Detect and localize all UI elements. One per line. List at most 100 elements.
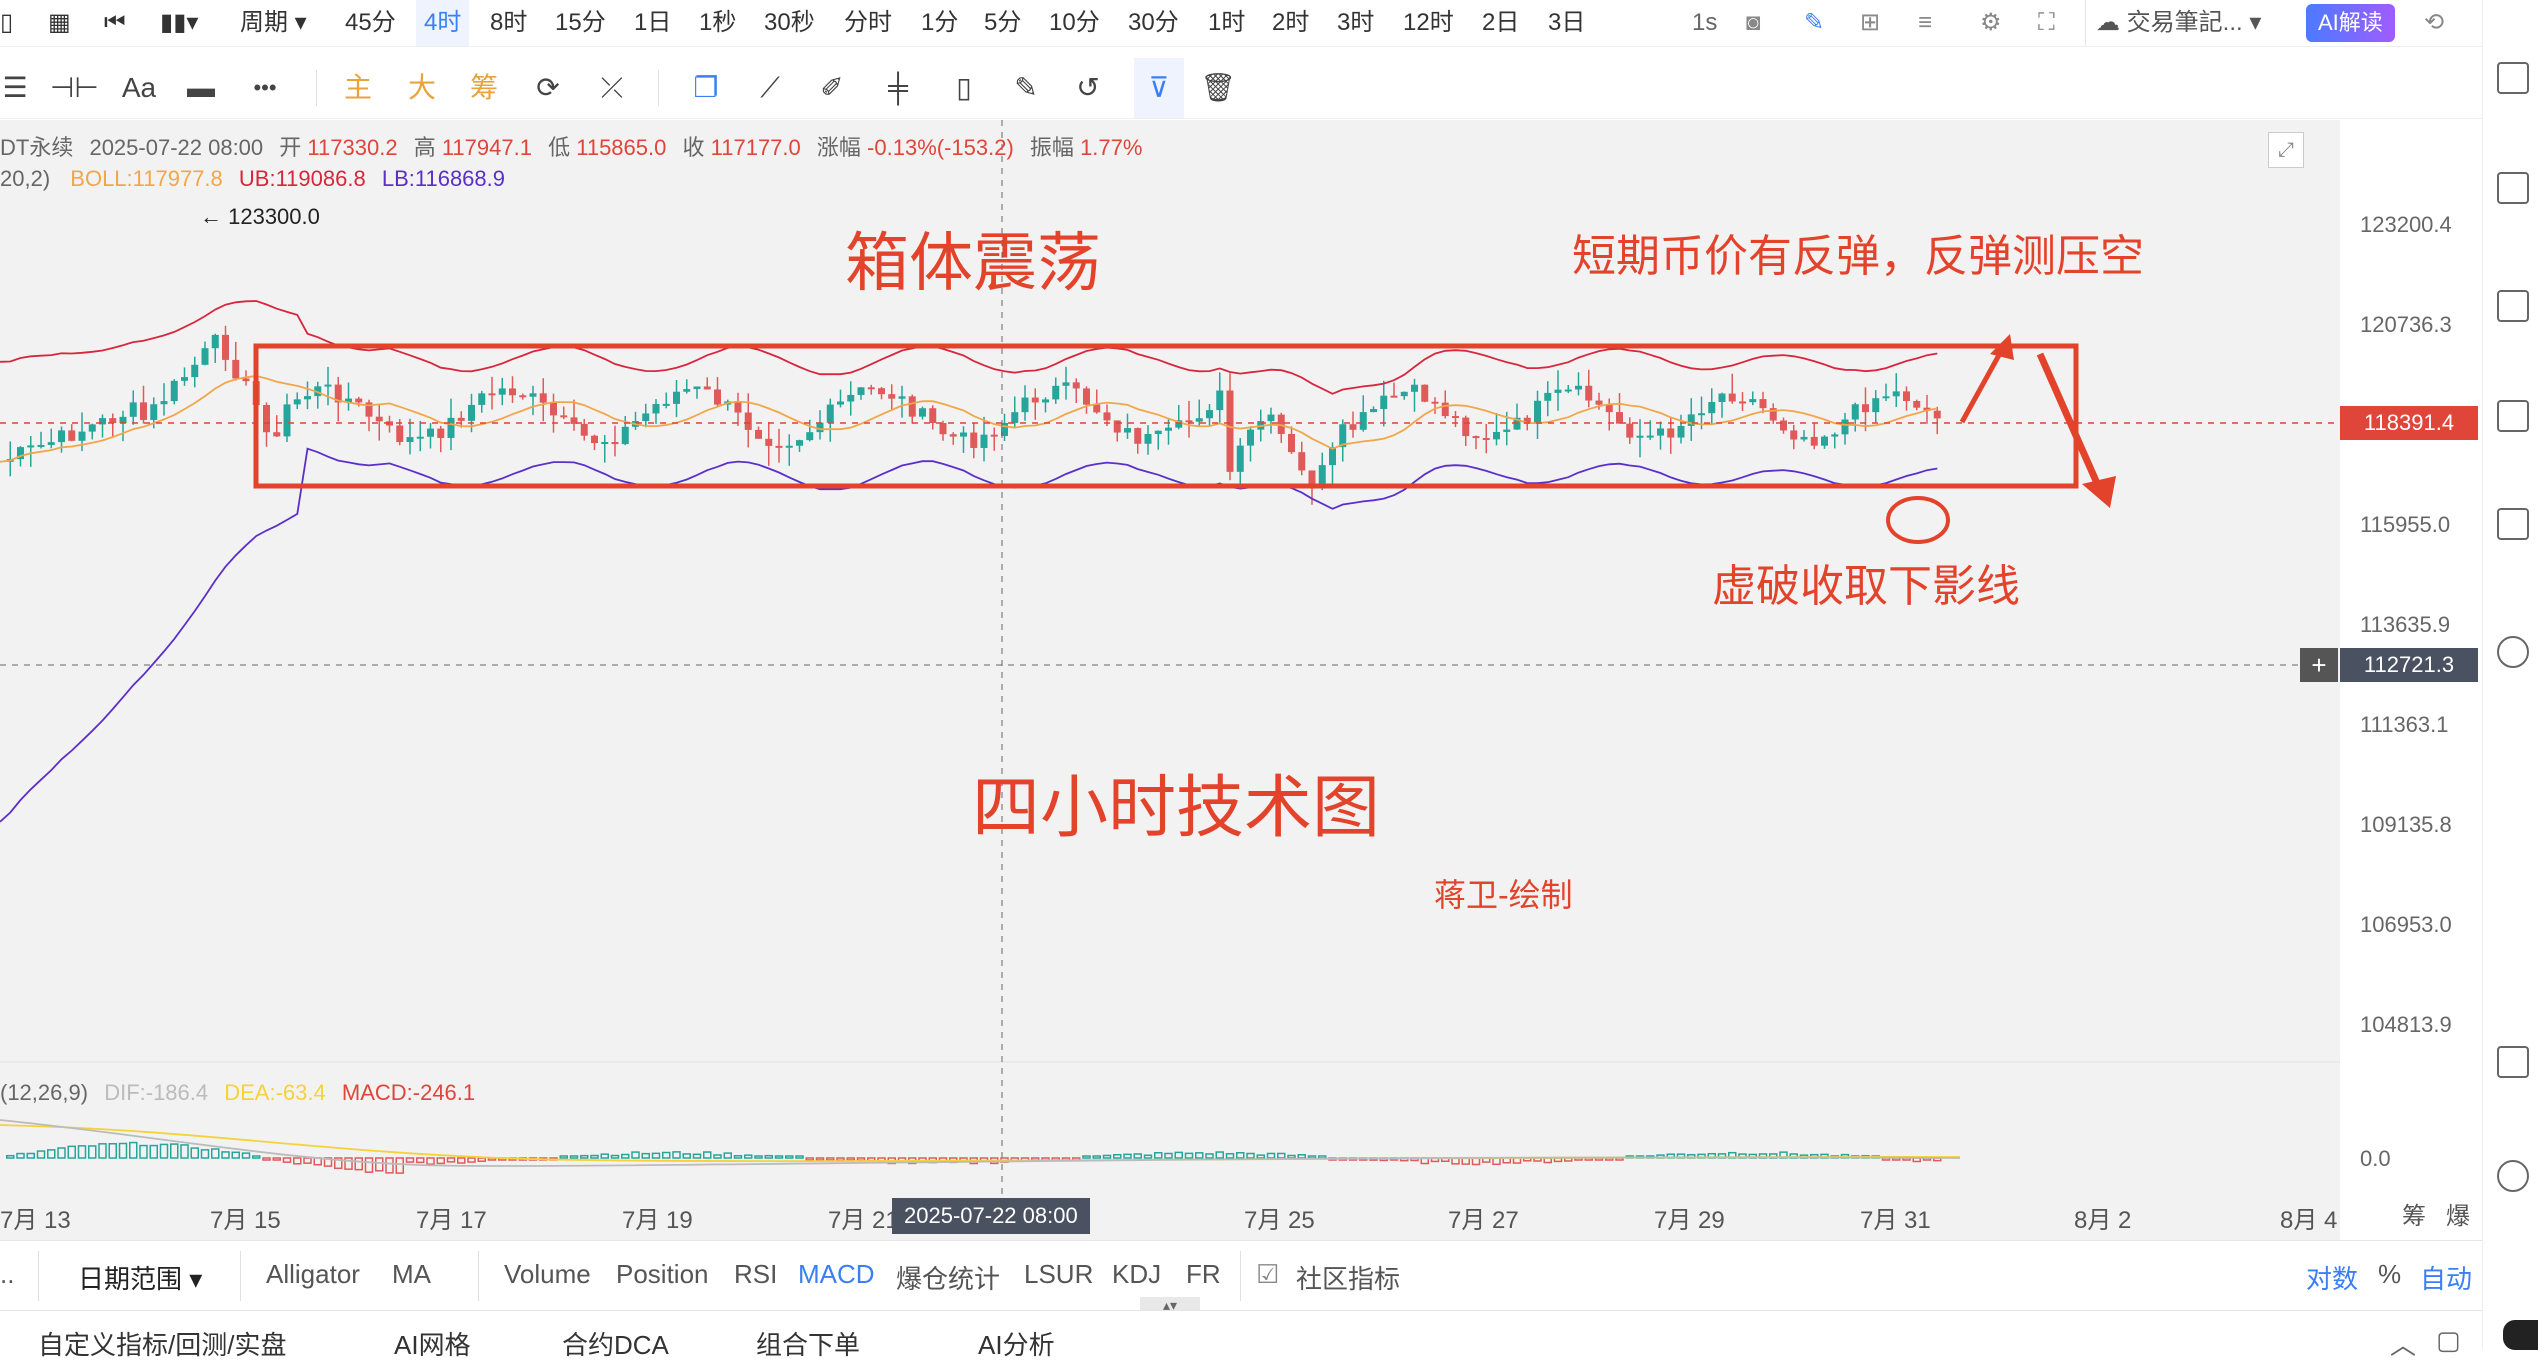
brush-icon[interactable]: ✐ bbox=[812, 58, 852, 118]
period-dropdown[interactable]: 周期 ▾ bbox=[240, 0, 307, 46]
tf-15m[interactable]: 15分 bbox=[555, 0, 606, 46]
auto-scale-toggle[interactable]: 自动 bbox=[2420, 1259, 2472, 1296]
tf-1d[interactable]: 1日 bbox=[634, 0, 671, 46]
copy-icon[interactable]: ❐ bbox=[686, 58, 726, 118]
tab-community-indicators[interactable]: 社区指标 bbox=[1296, 1259, 1400, 1296]
tab-alligator[interactable]: Alligator bbox=[266, 1259, 360, 1290]
settings-icon[interactable]: ⚙ bbox=[1980, 0, 2002, 46]
add-window-icon[interactable]: ⊞ bbox=[1860, 0, 1880, 46]
text-tool[interactable]: Aa bbox=[114, 58, 164, 118]
main-force-button[interactable]: 主 bbox=[338, 58, 378, 118]
chip-button[interactable]: 筹 bbox=[464, 58, 504, 118]
ai-interpret-button[interactable]: AI解读 bbox=[2306, 4, 2395, 42]
interval-label[interactable]: 1s bbox=[1692, 0, 1717, 46]
tab-position[interactable]: Position bbox=[616, 1259, 709, 1290]
exchange-icon[interactable] bbox=[2497, 636, 2529, 668]
candle-body bbox=[232, 359, 240, 379]
tab-lsur[interactable]: LSUR bbox=[1024, 1259, 1093, 1290]
macd-bar bbox=[272, 1157, 281, 1161]
big-order-button[interactable]: 大 bbox=[402, 58, 442, 118]
rewind-icon[interactable]: ⏮ bbox=[104, 0, 126, 46]
log-scale-toggle[interactable]: 对数 bbox=[2306, 1259, 2358, 1296]
depth-chart-icon[interactable] bbox=[2497, 290, 2529, 322]
tf-2d[interactable]: 2日 bbox=[1482, 0, 1519, 46]
tf-timeshare[interactable]: 分时 bbox=[844, 0, 892, 46]
custom-indicator-tab[interactable]: 自定义指标/回测/实盘 bbox=[38, 1325, 286, 1362]
combo-order-tab[interactable]: 组合下单 bbox=[756, 1325, 860, 1362]
tab-fr[interactable]: FR bbox=[1186, 1259, 1221, 1290]
trash-icon[interactable]: 🗑 bbox=[1198, 58, 1238, 118]
tf-4h[interactable]: 4时 bbox=[416, 0, 470, 46]
tf-30min[interactable]: 30分 bbox=[1128, 0, 1179, 46]
pen-icon[interactable]: ✎ bbox=[1804, 0, 1824, 46]
chat-toggle-icon[interactable] bbox=[2503, 1320, 2538, 1350]
tab-macd[interactable]: MACD bbox=[798, 1259, 875, 1290]
chart-area[interactable]: DT永续 2025-07-22 08:00 开 117330.2 高 11794… bbox=[0, 120, 2340, 1240]
ai-analysis-tab[interactable]: AI分析 bbox=[978, 1325, 1055, 1362]
filter-icon[interactable]: ⊽ bbox=[1134, 58, 1184, 118]
tab-volume[interactable]: Volume bbox=[504, 1259, 591, 1290]
macd-bar bbox=[77, 1145, 87, 1159]
date-range-dropdown[interactable]: 日期范围 ▾ bbox=[78, 1259, 202, 1296]
percent-scale-toggle[interactable]: % bbox=[2378, 1259, 2401, 1290]
share-icon[interactable]: ⟲ bbox=[2424, 0, 2444, 46]
grid-icon[interactable]: ▦ bbox=[48, 0, 71, 46]
measure-icon[interactable]: ⟋ bbox=[750, 58, 790, 118]
tf-1min[interactable]: 1分 bbox=[921, 0, 958, 46]
candle-type-icon[interactable]: ▮▮▾ bbox=[160, 0, 198, 46]
data-icon[interactable] bbox=[2497, 400, 2529, 432]
tf-8h[interactable]: 8时 bbox=[490, 0, 527, 46]
tf-5min[interactable]: 5分 bbox=[984, 0, 1021, 46]
etf-icon[interactable] bbox=[2497, 508, 2529, 540]
menu-icon[interactable]: ☰ bbox=[0, 58, 30, 118]
calendar-icon[interactable]: ▯ bbox=[0, 0, 13, 46]
support-icon[interactable] bbox=[2497, 1160, 2529, 1192]
price-axis[interactable]: 123200.4 120736.3 115955.0 113635.9 1113… bbox=[2300, 120, 2480, 1240]
macd-bar bbox=[1246, 1152, 1255, 1159]
tf-45m[interactable]: 45分 bbox=[345, 0, 396, 46]
list-icon[interactable]: ≡ bbox=[1918, 0, 1932, 46]
calendar-panel-icon[interactable] bbox=[2497, 1046, 2529, 1078]
trading-notes-dropdown[interactable]: ☁ 交易筆記... ▾ bbox=[2096, 0, 2261, 46]
tf-1s[interactable]: 1秒 bbox=[699, 0, 736, 46]
tf-3hr[interactable]: 3时 bbox=[1337, 0, 1374, 46]
boll-lower-line bbox=[0, 447, 1938, 823]
bar-icon[interactable]: ▯ bbox=[944, 58, 984, 118]
candles-icon[interactable]: ╪ bbox=[878, 58, 918, 118]
tf-30s[interactable]: 30秒 bbox=[764, 0, 815, 46]
candle-body bbox=[591, 435, 598, 444]
contract-dca-tab[interactable]: 合约DCA bbox=[562, 1325, 669, 1362]
tab-ma[interactable]: MA bbox=[392, 1259, 431, 1290]
trend-tool-icon[interactable]: ⤫ bbox=[592, 58, 632, 118]
sync-icon[interactable]: ⟳ bbox=[528, 58, 568, 118]
window-icon[interactable]: ▢ bbox=[2436, 1325, 2461, 1356]
tf-2hr[interactable]: 2时 bbox=[1272, 0, 1309, 46]
camera-icon[interactable]: ◙ bbox=[1746, 0, 1761, 46]
tab-kdj[interactable]: KDJ bbox=[1112, 1259, 1161, 1290]
trades-icon[interactable] bbox=[2497, 172, 2529, 204]
edit-icon[interactable]: ✎ bbox=[1006, 58, 1046, 118]
orderbook-icon[interactable] bbox=[2497, 62, 2529, 94]
tf-1hr[interactable]: 1时 bbox=[1208, 0, 1245, 46]
ai-grid-tab[interactable]: AI网格 bbox=[394, 1325, 471, 1362]
candle-body bbox=[837, 401, 844, 405]
tf-3d[interactable]: 3日 bbox=[1548, 0, 1585, 46]
tab-rsi[interactable]: RSI bbox=[734, 1259, 777, 1290]
candle-body bbox=[560, 415, 568, 418]
price-chart[interactable] bbox=[0, 120, 2340, 1240]
macd-bar bbox=[6, 1154, 15, 1159]
crosshair-add-icon[interactable]: + bbox=[2300, 648, 2338, 682]
collapse-up-icon[interactable]: ︿ bbox=[2390, 1325, 2416, 1362]
more-tools[interactable]: ••• bbox=[240, 58, 290, 118]
draw-icon[interactable]: ↺ bbox=[1068, 58, 1108, 118]
tf-12hr[interactable]: 12时 bbox=[1403, 0, 1454, 46]
tf-10min[interactable]: 10分 bbox=[1049, 0, 1100, 46]
horizontal-line-icon[interactable]: ⊣⊢ bbox=[50, 58, 99, 118]
chip-axis-label[interactable]: 筹 bbox=[2402, 1196, 2426, 1231]
liquidation-axis-label[interactable]: 爆 bbox=[2446, 1196, 2470, 1231]
expand-icon[interactable]: ⤢ bbox=[2268, 132, 2304, 168]
ruler-icon[interactable]: ▬ bbox=[176, 58, 226, 118]
fullscreen-icon[interactable]: ⛶ bbox=[2038, 0, 2055, 46]
candle-body bbox=[427, 428, 434, 437]
tab-liquidation-stats[interactable]: 爆仓统计 bbox=[896, 1259, 1000, 1296]
